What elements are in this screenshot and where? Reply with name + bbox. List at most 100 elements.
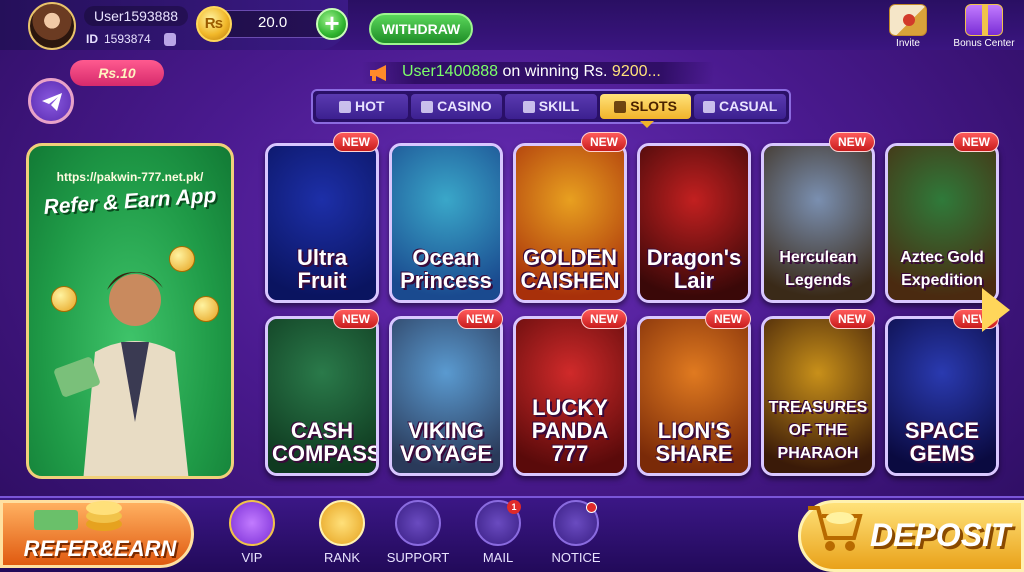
game-card[interactable]: SPACE GEMS: [885, 316, 999, 476]
marquee-amount: 9200...: [611, 63, 661, 80]
new-badge: NEW: [705, 309, 751, 329]
chat-bubble-icon: [395, 500, 441, 546]
game-card[interactable]: Herculean Legends: [761, 143, 875, 303]
game-card[interactable]: Aztec Gold Expedition: [885, 143, 999, 303]
game-card[interactable]: LUCKY PANDA 777: [513, 316, 627, 476]
vip-crown-icon: [229, 500, 275, 546]
marquee-user: User1400888: [402, 63, 499, 80]
nav-vip-label: VIP: [241, 550, 263, 565]
tab-casino-label: CASINO: [437, 98, 492, 114]
notice-dot: [586, 502, 597, 513]
marquee-middle: on winning Rs.: [498, 63, 612, 80]
user-id: ID 1593874: [86, 32, 151, 46]
new-badge: NEW: [581, 132, 627, 152]
invite-button[interactable]: Invite: [884, 4, 932, 49]
user-id-label: ID: [86, 32, 98, 46]
flame-icon: [339, 100, 352, 113]
bonus-center-button[interactable]: Bonus Center: [946, 4, 1022, 49]
game-card[interactable]: LION'S SHARE: [637, 316, 751, 476]
tab-skill[interactable]: SKILL: [505, 94, 597, 119]
invite-label: Invite: [896, 38, 920, 49]
banner-url: https://pakwin-777.net.pk/: [56, 170, 204, 184]
copy-icon[interactable]: [164, 33, 176, 46]
gift-icon: [965, 4, 1003, 36]
tab-hot-label: HOT: [355, 98, 385, 114]
new-badge: NEW: [581, 309, 627, 329]
reward-bubble[interactable]: Rs.10: [70, 60, 164, 86]
cart-icon: [808, 506, 863, 551]
game-card[interactable]: Dragon's Lair: [637, 143, 751, 303]
user-id-value: 1593874: [104, 32, 151, 46]
coin-icon: [51, 286, 77, 312]
notice-icon: [553, 500, 599, 546]
marquee-text: User1400888 on winning Rs. 9200...: [402, 63, 661, 81]
nav-notice-label: NOTICE: [551, 550, 601, 565]
tab-skill-label: SKILL: [538, 98, 580, 114]
nav-rank[interactable]: RANK: [306, 500, 378, 565]
new-badge: NEW: [333, 309, 379, 329]
game-title: Herculean Legends: [779, 249, 857, 289]
winners-marquee: User1400888 on winning Rs. 9200...: [362, 62, 714, 84]
money-stack-icon: [34, 501, 122, 531]
new-badge: NEW: [333, 132, 379, 152]
game-title: VIKING VOYAGE: [399, 418, 493, 466]
game-card[interactable]: Ocean Princess: [389, 143, 503, 303]
game-title: Aztec Gold Expedition: [900, 249, 984, 289]
tab-slots-label: SLOTS: [630, 98, 677, 114]
coin-icon: [193, 296, 219, 322]
new-badge: NEW: [829, 309, 875, 329]
megaphone-icon: [370, 65, 386, 81]
active-tab-pointer: [640, 121, 654, 128]
add-balance-button[interactable]: +: [316, 8, 348, 40]
gamepad-icon: [703, 100, 715, 113]
nav-support[interactable]: SUPPORT: [382, 500, 454, 565]
game-title: Ocean Princess: [400, 245, 492, 293]
tab-casual-label: CASUAL: [719, 98, 778, 114]
gamepad-icon: [522, 100, 535, 113]
username: User1593888: [84, 6, 188, 26]
tab-casual[interactable]: CASUAL: [694, 94, 786, 119]
game-title: LION'S SHARE: [655, 418, 733, 466]
game-title: GOLDEN CAISHEN: [520, 245, 620, 293]
banner-title: Refer & Earn App: [42, 183, 218, 220]
deposit-label: DEPOSIT: [870, 517, 1011, 553]
scroll-right-arrow[interactable]: [982, 288, 1010, 332]
mail-count-badge: 1: [507, 500, 521, 514]
game-card[interactable]: TREASURES OF THE PHARAOH: [761, 316, 875, 476]
game-title: TREASURES OF THE PHARAOH: [768, 399, 868, 462]
tab-slots[interactable]: SLOTS: [599, 94, 692, 119]
new-badge: NEW: [829, 132, 875, 152]
game-title: LUCKY PANDA 777: [531, 395, 609, 466]
new-badge: NEW: [457, 309, 503, 329]
refer-earn-label: REFER&EARN: [23, 536, 177, 561]
balance-amount: 20.0: [258, 14, 288, 31]
new-badge: NEW: [953, 132, 999, 152]
coin-icon: [169, 246, 195, 272]
nav-mail-label: MAIL: [482, 550, 514, 565]
nav-vip[interactable]: VIP: [216, 500, 288, 565]
game-title: CASH COMPASS: [272, 418, 379, 466]
nav-support-label: SUPPORT: [386, 550, 450, 565]
envelope-icon: [889, 4, 927, 36]
withdraw-button[interactable]: WITHDRAW: [369, 13, 473, 45]
presenter-illustration: [54, 272, 189, 476]
game-card[interactable]: GOLDEN CAISHEN: [513, 143, 627, 303]
nav-notice[interactable]: NOTICE: [540, 500, 612, 565]
category-tabs: HOT CASINO SKILL SLOTS CASUAL: [311, 89, 791, 124]
game-card[interactable]: CASH COMPASS: [265, 316, 379, 476]
podium-icon: [319, 500, 365, 546]
nav-mail[interactable]: 1 MAIL: [462, 500, 534, 565]
tab-hot[interactable]: HOT: [316, 94, 408, 119]
slot-icon: [614, 100, 627, 113]
telegram-button[interactable]: [28, 78, 74, 124]
avatar[interactable]: [28, 2, 76, 50]
coin-icon: ₨: [196, 6, 232, 42]
tab-casino[interactable]: CASINO: [410, 94, 503, 119]
game-title: Ultra Fruit: [296, 245, 348, 293]
game-title: SPACE GEMS: [904, 418, 980, 466]
game-card[interactable]: Ultra Fruit: [265, 143, 379, 303]
mail-icon: 1: [475, 500, 521, 546]
game-card[interactable]: VIKING VOYAGE: [389, 316, 503, 476]
refer-earn-banner[interactable]: https://pakwin-777.net.pk/ Refer & Earn …: [26, 143, 234, 479]
chip-icon: [421, 100, 434, 113]
